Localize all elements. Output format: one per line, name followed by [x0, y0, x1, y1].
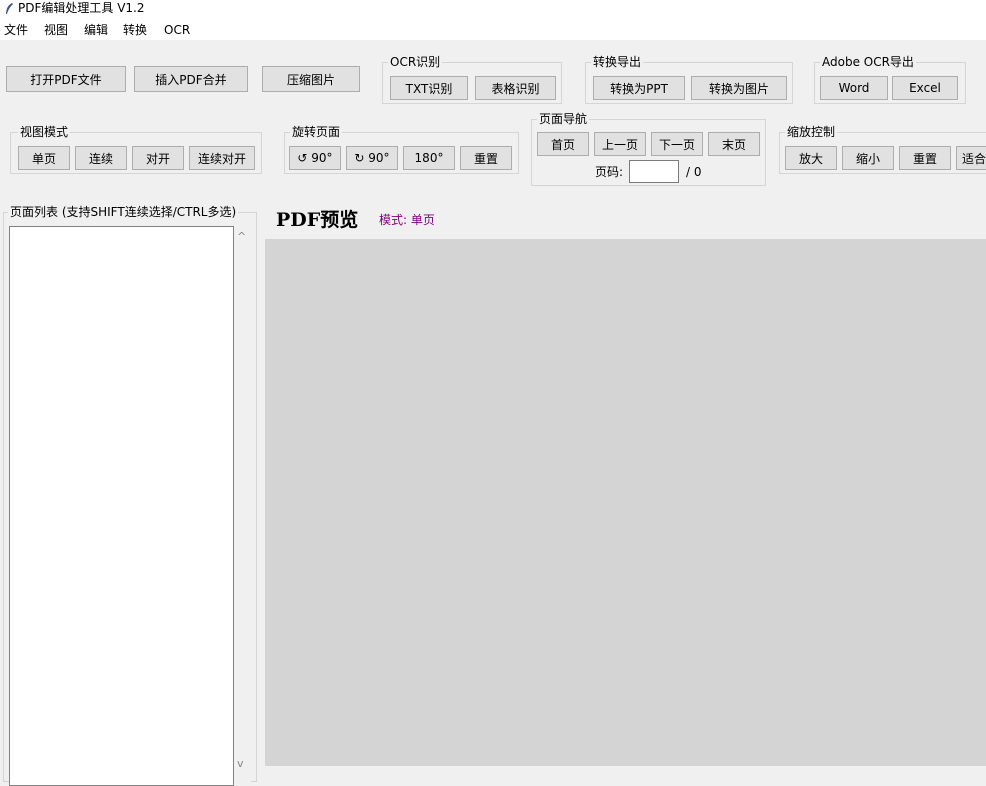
menu-view[interactable]: 视图	[44, 22, 68, 38]
menu-bar	[0, 18, 986, 40]
pdf-preview-canvas[interactable]	[265, 239, 986, 766]
export-excel-button[interactable]: Excel	[892, 76, 958, 100]
menu-edit[interactable]: 编辑	[84, 22, 108, 38]
page-nav-group-label: 页面导航	[537, 112, 590, 126]
ocr-group-label: OCR识别	[388, 55, 443, 69]
export-word-button[interactable]: Word	[820, 76, 888, 100]
view-facing-button[interactable]: 对开	[132, 146, 184, 170]
zoom-reset-button[interactable]: 重置	[899, 146, 951, 170]
zoom-fit-button[interactable]: 适合	[956, 146, 986, 170]
zoom-in-button[interactable]: 放大	[785, 146, 837, 170]
page-number-input[interactable]	[629, 160, 679, 183]
window-title: PDF编辑处理工具 V1.2	[18, 1, 145, 15]
scroll-up-arrow-icon[interactable]: ^	[237, 230, 246, 244]
adobe-ocr-group-label: Adobe OCR导出	[820, 55, 916, 69]
txt-ocr-button[interactable]: TXT识别	[390, 76, 468, 100]
open-pdf-button[interactable]: 打开PDF文件	[6, 66, 126, 92]
title-bar	[0, 0, 986, 18]
rotate-180-button[interactable]: 180°	[403, 146, 455, 170]
page-total-label: / 0	[686, 165, 702, 179]
table-ocr-button[interactable]: 表格识别	[475, 76, 556, 100]
menu-ocr[interactable]: OCR	[164, 22, 190, 38]
scroll-down-arrow-icon[interactable]: v	[237, 757, 244, 771]
view-continuous-button[interactable]: 连续	[75, 146, 127, 170]
view-single-button[interactable]: 单页	[18, 146, 70, 170]
compress-images-button[interactable]: 压缩图片	[262, 66, 360, 92]
preview-title: PDF预览	[276, 209, 359, 231]
page-list[interactable]	[9, 226, 234, 786]
zoom-group-label: 缩放控制	[785, 125, 838, 139]
next-page-button[interactable]: 下一页	[651, 132, 703, 156]
convert-image-button[interactable]: 转换为图片	[691, 76, 787, 100]
menu-convert[interactable]: 转换	[123, 22, 147, 38]
insert-pdf-merge-button[interactable]: 插入PDF合并	[134, 66, 248, 92]
convert-ppt-button[interactable]: 转换为PPT	[593, 76, 685, 100]
rotate-reset-button[interactable]: 重置	[460, 146, 512, 170]
rotate-ccw-button[interactable]: ↺ 90°	[289, 146, 341, 170]
rotate-group-label: 旋转页面	[290, 125, 343, 139]
view-continuous-facing-button[interactable]: 连续对开	[189, 146, 255, 170]
convert-group-label: 转换导出	[591, 55, 644, 69]
rotate-cw-button[interactable]: ↻ 90°	[346, 146, 398, 170]
last-page-button[interactable]: 末页	[708, 132, 760, 156]
view-mode-group-label: 视图模式	[18, 125, 71, 139]
page-list-label: 页面列表 (支持SHIFT连续选择/CTRL多选)	[8, 205, 239, 219]
view-mode-status: 模式: 单页	[379, 213, 435, 227]
zoom-out-button[interactable]: 缩小	[842, 146, 894, 170]
page-number-label: 页码:	[595, 165, 624, 179]
prev-page-button[interactable]: 上一页	[594, 132, 646, 156]
feather-icon	[6, 3, 13, 14]
menu-file[interactable]: 文件	[4, 22, 28, 38]
first-page-button[interactable]: 首页	[537, 132, 589, 156]
page-list-scrollbar[interactable]	[234, 226, 251, 786]
